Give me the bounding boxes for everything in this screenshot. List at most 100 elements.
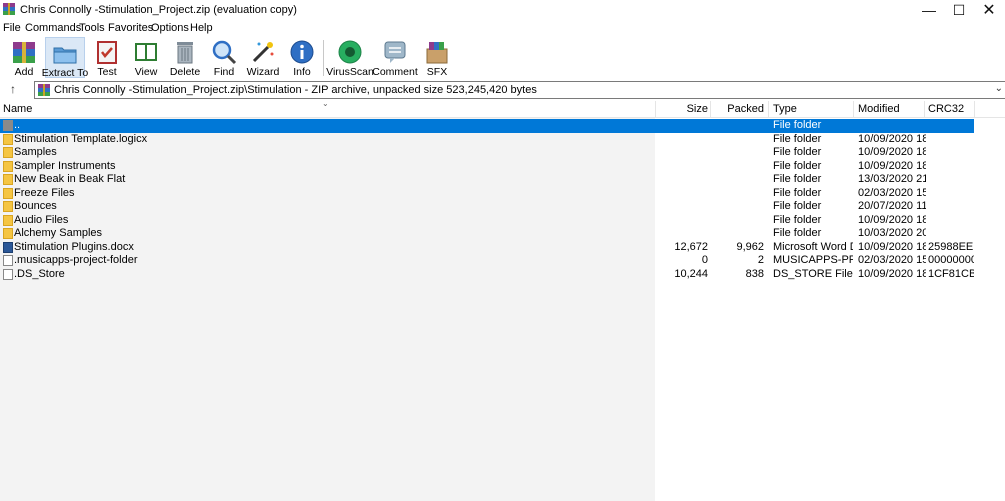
cell-size: 10,244 <box>674 267 708 280</box>
column-divider[interactable] <box>710 101 711 118</box>
cell-size <box>656 173 708 187</box>
comment-icon <box>384 41 406 63</box>
toolbar: Add Extract To Test View Delete Find Wiz… <box>0 36 1005 79</box>
up-arrow-icon[interactable]: ↑ <box>6 82 20 97</box>
folder-icon <box>3 174 13 185</box>
column-crc32[interactable]: CRC32 <box>928 101 964 118</box>
virus-scan-icon <box>338 40 362 64</box>
cell-size <box>656 214 708 228</box>
cell-packed: 9,962 <box>736 240 764 253</box>
cell-type: Microsoft Word D... <box>773 240 853 253</box>
cell-name: Audio Files <box>14 213 69 226</box>
menu-file[interactable]: File <box>3 22 21 34</box>
cell-type: File folder <box>773 159 822 172</box>
cell-crc32 <box>928 133 974 147</box>
cell-modified <box>858 119 926 133</box>
cell-crc32 <box>928 160 974 174</box>
path-field[interactable]: Chris Connolly -Stimulation_Project.zip\… <box>34 81 1005 99</box>
cell-packed <box>712 133 764 147</box>
menu-options[interactable]: Options <box>151 22 189 34</box>
column-divider[interactable] <box>924 101 925 118</box>
table-row[interactable]: Samples File folder 10/09/2020 18:41 <box>0 146 974 160</box>
chevron-down-icon[interactable]: ⌄ <box>995 83 1003 94</box>
cell-size <box>656 160 708 174</box>
table-row[interactable]: Freeze Files File folder 02/03/2020 15:54 <box>0 187 974 201</box>
cell-name: Samples <box>14 146 57 158</box>
column-name[interactable]: Name <box>3 101 32 118</box>
cell-modified: 10/09/2020 18:28 <box>858 240 926 253</box>
cell-modified: 02/03/2020 15:54 <box>858 186 926 199</box>
title-bar: Chris Connolly -Stimulation_Project.zip … <box>0 0 1005 20</box>
table-row[interactable]: New Beak in Beak Flat File folder 13/03/20… <box>0 173 974 187</box>
file-list: .. File folder Stimulation Template.logicx… <box>0 118 1005 501</box>
trash-icon <box>177 42 193 64</box>
window-title: Chris Connolly -Stimulation_Project.zip … <box>20 4 297 16</box>
cell-packed <box>712 227 764 241</box>
column-size[interactable]: Size <box>656 101 708 118</box>
menu-favorites[interactable]: Favorites <box>108 22 153 34</box>
cell-modified: 10/09/2020 18:07 <box>858 213 926 226</box>
cell-name: New Beak in Beak Flat <box>14 173 126 185</box>
cell-name: Alchemy Samples <box>14 227 103 239</box>
file-icon <box>3 255 13 266</box>
cell-size <box>656 119 708 133</box>
table-row[interactable]: .musicapps-project-folder 0 2 MUSICAPPS-PRO… <box>0 254 974 268</box>
column-divider[interactable] <box>853 101 854 118</box>
cell-crc32 <box>928 187 974 201</box>
column-modified[interactable]: Modified <box>858 101 900 118</box>
parent-folder-icon <box>3 120 13 131</box>
info-icon <box>290 40 314 64</box>
cell-type: File folder <box>773 186 822 199</box>
magnifier-icon <box>212 40 237 65</box>
table-row[interactable]: .DS_Store 10,244 838 DS_STORE File 10/09/202… <box>0 268 974 282</box>
cell-packed <box>712 214 764 228</box>
menu-help[interactable]: Help <box>190 22 213 34</box>
cell-name: Sampler Instruments <box>14 159 116 172</box>
cell-name: Freeze Files <box>14 186 75 199</box>
table-row[interactable]: Alchemy Samples File folder 10/03/2020 20:… <box>0 227 974 241</box>
menu-commands[interactable]: Commands <box>25 22 81 34</box>
cell-modified: 13/03/2020 21:25 <box>858 173 926 185</box>
cell-name: .. <box>14 119 21 131</box>
cell-type: File folder <box>773 132 822 145</box>
cell-type: DS_STORE File <box>773 267 853 280</box>
cell-packed <box>712 119 764 133</box>
cell-size: 0 <box>701 254 708 266</box>
column-headers: Name ⌄ Size Packed Type Modified CRC32 <box>0 99 1005 118</box>
column-type[interactable]: Type <box>773 101 797 118</box>
winrar-app-icon <box>3 3 15 15</box>
info-button[interactable]: Info <box>282 37 322 78</box>
cell-type: File folder <box>773 173 822 185</box>
cell-size <box>656 187 708 201</box>
table-row[interactable]: Stimulation Template.logicx File folder 10… <box>0 133 974 147</box>
cell-crc32 <box>928 173 974 187</box>
table-row[interactable]: Stimulation Plugins.docx 12,672 9,962 Micro… <box>0 241 974 255</box>
cell-crc32 <box>928 214 974 228</box>
table-row[interactable]: Audio Files File folder 10/09/2020 18:07 <box>0 214 974 228</box>
cell-name: .DS_Store <box>14 267 65 280</box>
cell-size <box>656 200 708 214</box>
cell-modified: 20/07/2020 11:03 <box>858 200 926 212</box>
menu-tools[interactable]: Tools <box>79 22 105 34</box>
test-clipboard-icon <box>97 41 117 64</box>
sfx-button[interactable]: SFX <box>417 37 457 78</box>
folder-icon <box>3 228 13 239</box>
column-divider[interactable] <box>974 101 975 118</box>
cell-size <box>656 227 708 241</box>
cell-type: File folder <box>773 146 822 158</box>
cell-crc32: 25988EE1 <box>928 240 974 253</box>
sfx-label: SFX <box>426 66 448 78</box>
table-row[interactable]: Bounces File folder 20/07/2020 11:03 <box>0 200 974 214</box>
virusscan-button[interactable]: VirusScan <box>326 37 374 78</box>
column-packed[interactable]: Packed <box>712 101 764 118</box>
cell-modified: 10/09/2020 18:42 <box>858 132 926 145</box>
table-row[interactable]: .. File folder <box>0 119 974 133</box>
cell-modified: 10/09/2020 18:41 <box>858 146 926 158</box>
column-divider[interactable] <box>768 101 769 118</box>
close-button[interactable]: ✕ <box>971 0 1005 20</box>
table-row[interactable]: Sampler Instruments File folder 10/09/2020… <box>0 160 974 174</box>
magic-wand-icon <box>252 42 274 63</box>
cell-modified: 02/03/2020 15:58 <box>858 254 926 266</box>
word-document-icon <box>3 241 13 253</box>
view-book-icon <box>135 43 157 61</box>
